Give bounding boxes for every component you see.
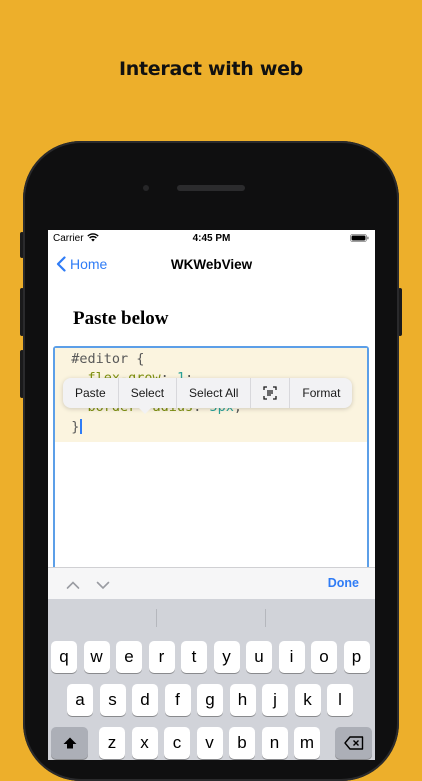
- text-cursor: [80, 419, 83, 434]
- code-line-1: #editor {: [55, 351, 144, 367]
- status-bar: Carrier 4:45 PM: [48, 230, 375, 248]
- key-p[interactable]: p: [343, 641, 370, 673]
- key-z[interactable]: z: [99, 727, 125, 759]
- key-q[interactable]: q: [51, 641, 77, 673]
- status-time: 4:45 PM: [192, 233, 231, 244]
- key-a[interactable]: a: [67, 684, 93, 716]
- key-d[interactable]: d: [132, 684, 158, 716]
- key-c[interactable]: c: [164, 727, 190, 759]
- phone-screen: Carrier 4:45 PM Home WKWebView Paste bel…: [48, 230, 375, 760]
- key-h[interactable]: h: [229, 684, 256, 716]
- headline: Interact with web: [119, 58, 303, 80]
- code-line-4: }: [55, 419, 83, 435]
- delete-key[interactable]: [335, 727, 372, 759]
- key-r[interactable]: r: [148, 641, 175, 673]
- key-j[interactable]: j: [262, 684, 288, 716]
- navigation-bar: Home WKWebView: [48, 248, 375, 282]
- key-n[interactable]: n: [261, 727, 288, 759]
- key-y[interactable]: y: [213, 641, 240, 673]
- code-token: #editor {: [71, 351, 145, 367]
- shift-icon: [63, 737, 76, 749]
- key-u[interactable]: u: [246, 641, 272, 673]
- key-k[interactable]: k: [294, 684, 321, 716]
- key-f[interactable]: f: [164, 684, 191, 716]
- select-all-menu-item[interactable]: Select All: [177, 378, 252, 408]
- battery-icon: [350, 234, 369, 245]
- suggestion-divider: [156, 609, 157, 627]
- key-s[interactable]: s: [99, 684, 126, 716]
- key-g[interactable]: g: [197, 684, 223, 716]
- chevron-up-icon[interactable]: [66, 577, 80, 595]
- key-l[interactable]: l: [327, 684, 353, 716]
- done-button[interactable]: Done: [328, 576, 359, 590]
- earpiece-speaker: [177, 185, 245, 191]
- chevron-down-icon[interactable]: [96, 577, 110, 595]
- nav-title: WKWebView: [170, 257, 253, 272]
- key-t[interactable]: t: [181, 641, 207, 673]
- paste-menu-item[interactable]: Paste: [63, 378, 119, 408]
- key-m[interactable]: m: [294, 727, 320, 759]
- key-w[interactable]: w: [83, 641, 110, 673]
- key-e[interactable]: e: [116, 641, 142, 673]
- key-b[interactable]: b: [229, 727, 255, 759]
- edit-context-menu: Paste Select Select All Format: [63, 378, 353, 408]
- scan-text-icon: [263, 386, 278, 400]
- shift-key[interactable]: [51, 727, 88, 759]
- key-x[interactable]: x: [131, 727, 158, 759]
- backspace-icon: [343, 736, 363, 750]
- code-token: }: [71, 419, 80, 435]
- suggestion-divider: [265, 609, 266, 627]
- keyboard-accessory-bar: Done: [48, 567, 375, 600]
- select-menu-item[interactable]: Select: [119, 378, 178, 408]
- key-o[interactable]: o: [311, 641, 337, 673]
- key-v[interactable]: v: [196, 727, 223, 759]
- front-camera: [143, 185, 149, 191]
- key-i[interactable]: i: [278, 641, 305, 673]
- context-menu-pointer: [138, 407, 152, 414]
- scan-text-menu-item[interactable]: [251, 378, 291, 408]
- keyboard: qwertyuiop asdfghjkl zxcvbnm: [48, 599, 375, 760]
- format-menu-item[interactable]: Format: [290, 378, 352, 408]
- page-heading: Paste below: [73, 308, 169, 329]
